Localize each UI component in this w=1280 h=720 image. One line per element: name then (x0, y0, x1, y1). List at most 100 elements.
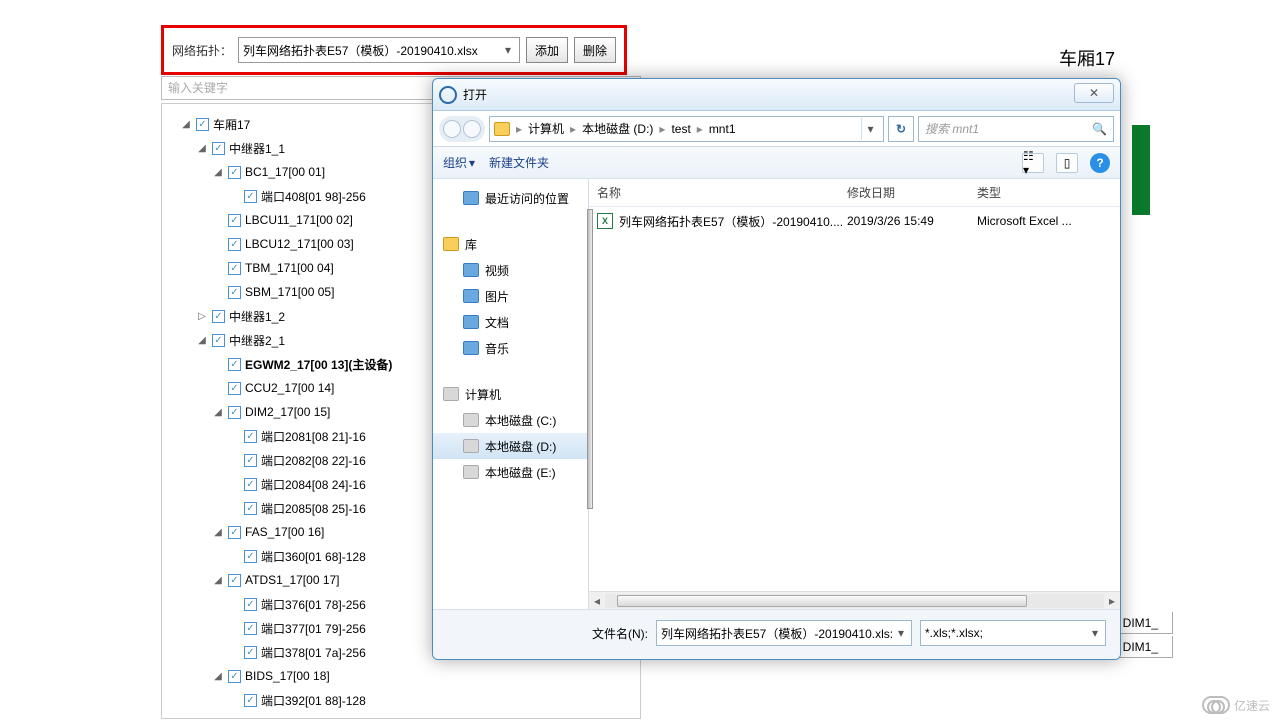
tree-label: LBCU12_171[00 03] (245, 237, 354, 251)
checkbox[interactable]: ✓ (244, 694, 257, 707)
filename-combo[interactable]: 列车网络拓扑表E57（模板）-20190410.xls:▾ (656, 620, 912, 646)
chevron-down-icon: ▾ (1087, 626, 1103, 640)
chevron-down-icon[interactable]: ▾ (861, 118, 879, 140)
checkbox[interactable]: ✓ (228, 526, 241, 539)
collapse-icon[interactable]: ◢ (180, 119, 192, 130)
tree-label: 端口376[01 78]-256 (261, 596, 366, 613)
checkbox[interactable]: ✓ (228, 406, 241, 419)
help-icon[interactable]: ? (1090, 153, 1110, 173)
crumb-mnt1[interactable]: mnt1 (709, 122, 736, 136)
checkbox[interactable]: ✓ (244, 550, 257, 563)
horizontal-scrollbar[interactable]: ◂▸ (589, 591, 1120, 609)
search-input[interactable]: 搜索 mnt1🔍 (918, 116, 1114, 142)
checkbox[interactable]: ✓ (244, 478, 257, 491)
tree-label: 中继器1_2 (229, 308, 285, 325)
expand-icon[interactable]: ▷ (196, 311, 208, 322)
checkbox[interactable]: ✓ (228, 214, 241, 227)
checkbox[interactable]: ✓ (244, 430, 257, 443)
col-name[interactable]: 名称 (597, 184, 847, 201)
checkbox[interactable]: ✓ (228, 670, 241, 683)
delete-button[interactable]: 删除 (574, 37, 616, 63)
dialog-toolbar: 组织 ▾ 新建文件夹 ☷ ▾ ▯ ? (433, 147, 1120, 179)
tree-label: FAS_17[00 16] (245, 525, 324, 539)
col-type[interactable]: 类型 (977, 184, 1112, 201)
sidebar-pictures[interactable]: 图片 (433, 283, 588, 309)
tree-label: 端口2081[08 21]-16 (261, 428, 366, 445)
topology-combo-value: 列车网络拓扑表E57（模板）-20190410.xlsx (243, 42, 478, 59)
filename-label: 文件名(N): (592, 625, 648, 642)
checkbox[interactable]: ✓ (212, 334, 225, 347)
filetype-combo[interactable]: *.xls;*.xlsx;▾ (920, 620, 1106, 646)
tree-node[interactable]: ◢ ✓ BIDS_17[00 18] (166, 664, 636, 688)
tree-node[interactable]: ✓ 端口392[01 88]-128 (166, 688, 636, 712)
col-date[interactable]: 修改日期 (847, 184, 977, 201)
panel-title: 车厢17 (1059, 45, 1115, 71)
crumb-drive-d[interactable]: 本地磁盘 (D:) (582, 120, 653, 137)
chevron-down-icon: ▾ (893, 626, 909, 640)
sidebar-libraries[interactable]: 库 (433, 231, 588, 257)
checkbox[interactable]: ✓ (244, 454, 257, 467)
breadcrumb[interactable]: ▸计算机 ▸本地磁盘 (D:) ▸test ▸mnt1 ▾ (489, 116, 884, 142)
tree-label: 端口392[01 88]-128 (261, 692, 366, 709)
checkbox[interactable]: ✓ (228, 166, 241, 179)
tree-label: LBCU11_171[00 02] (245, 213, 353, 227)
checkbox[interactable]: ✓ (244, 622, 257, 635)
sidebar-computer[interactable]: 计算机 (433, 381, 588, 407)
checkbox[interactable]: ✓ (212, 310, 225, 323)
checkbox[interactable]: ✓ (228, 238, 241, 251)
collapse-icon[interactable]: ◢ (212, 167, 224, 178)
tree-label: CCU2_17[00 14] (245, 381, 334, 395)
tree-label: 端口360[01 68]-128 (261, 548, 366, 565)
close-button[interactable]: ✕ (1074, 83, 1114, 103)
checkbox[interactable]: ✓ (244, 190, 257, 203)
sidebar-documents[interactable]: 文档 (433, 309, 588, 335)
collapse-icon[interactable]: ◢ (212, 575, 224, 586)
tree-label: EGWM2_17[00 13](主设备) (245, 356, 392, 373)
checkbox[interactable]: ✓ (212, 142, 225, 155)
collapse-icon[interactable]: ◢ (212, 671, 224, 682)
column-headers[interactable]: 名称 修改日期 类型 (589, 179, 1120, 207)
dialog-title: 打开 (463, 86, 487, 103)
tree-label: 端口378[01 7a]-256 (261, 644, 366, 661)
add-button[interactable]: 添加 (526, 37, 568, 63)
checkbox[interactable]: ✓ (228, 574, 241, 587)
sidebar-music[interactable]: 音乐 (433, 335, 588, 361)
file-open-dialog: 打开 ✕ ▸计算机 ▸本地磁盘 (D:) ▸test ▸mnt1 ▾ ↻ 搜索 … (432, 78, 1121, 660)
chevron-down-icon: ▾ (499, 40, 517, 60)
refresh-button[interactable]: ↻ (888, 116, 914, 142)
crumb-test[interactable]: test (671, 122, 690, 136)
tree-label: 中继器1_1 (229, 140, 285, 157)
tree-label: 中继器2_1 (229, 332, 285, 349)
file-list[interactable]: 名称 修改日期 类型 X列车网络拓扑表E57（模板）-20190410.... … (589, 179, 1120, 609)
checkbox[interactable]: ✓ (228, 286, 241, 299)
sidebar-drive-d[interactable]: 本地磁盘 (D:) (433, 433, 588, 459)
organize-menu[interactable]: 组织 ▾ (443, 154, 475, 171)
sidebar-drive-e[interactable]: 本地磁盘 (E:) (433, 459, 588, 485)
sidebar-drive-c[interactable]: 本地磁盘 (C:) (433, 407, 588, 433)
new-folder-button[interactable]: 新建文件夹 (489, 154, 549, 171)
tree-label: 端口408[01 98]-256 (261, 188, 366, 205)
crumb-computer[interactable]: 计算机 (528, 120, 564, 137)
checkbox[interactable]: ✓ (244, 646, 257, 659)
collapse-icon[interactable]: ◢ (196, 335, 208, 346)
checkbox[interactable]: ✓ (228, 382, 241, 395)
tree-label: BIDS_17[00 18] (245, 669, 330, 683)
checkbox[interactable]: ✓ (228, 358, 241, 371)
sidebar-video[interactable]: 视频 (433, 257, 588, 283)
checkbox[interactable]: ✓ (244, 598, 257, 611)
checkbox[interactable]: ✓ (196, 118, 209, 131)
checkbox[interactable]: ✓ (244, 502, 257, 515)
preview-pane-button[interactable]: ▯ (1056, 153, 1078, 173)
watermark: 亿速云 (1202, 696, 1270, 714)
collapse-icon[interactable]: ◢ (212, 407, 224, 418)
sidebar-recent[interactable]: 最近访问的位置 (433, 185, 588, 211)
tree-label: DIM2_17[00 15] (245, 405, 330, 419)
view-menu[interactable]: ☷ ▾ (1022, 153, 1044, 173)
nav-back-forward[interactable] (439, 116, 485, 142)
collapse-icon[interactable]: ◢ (212, 527, 224, 538)
collapse-icon[interactable]: ◢ (196, 143, 208, 154)
file-row[interactable]: X列车网络拓扑表E57（模板）-20190410.... 2019/3/26 1… (589, 207, 1120, 235)
tree-label: 端口2082[08 22]-16 (261, 452, 366, 469)
topology-combo[interactable]: 列车网络拓扑表E57（模板）-20190410.xlsx ▾ (238, 37, 520, 63)
checkbox[interactable]: ✓ (228, 262, 241, 275)
